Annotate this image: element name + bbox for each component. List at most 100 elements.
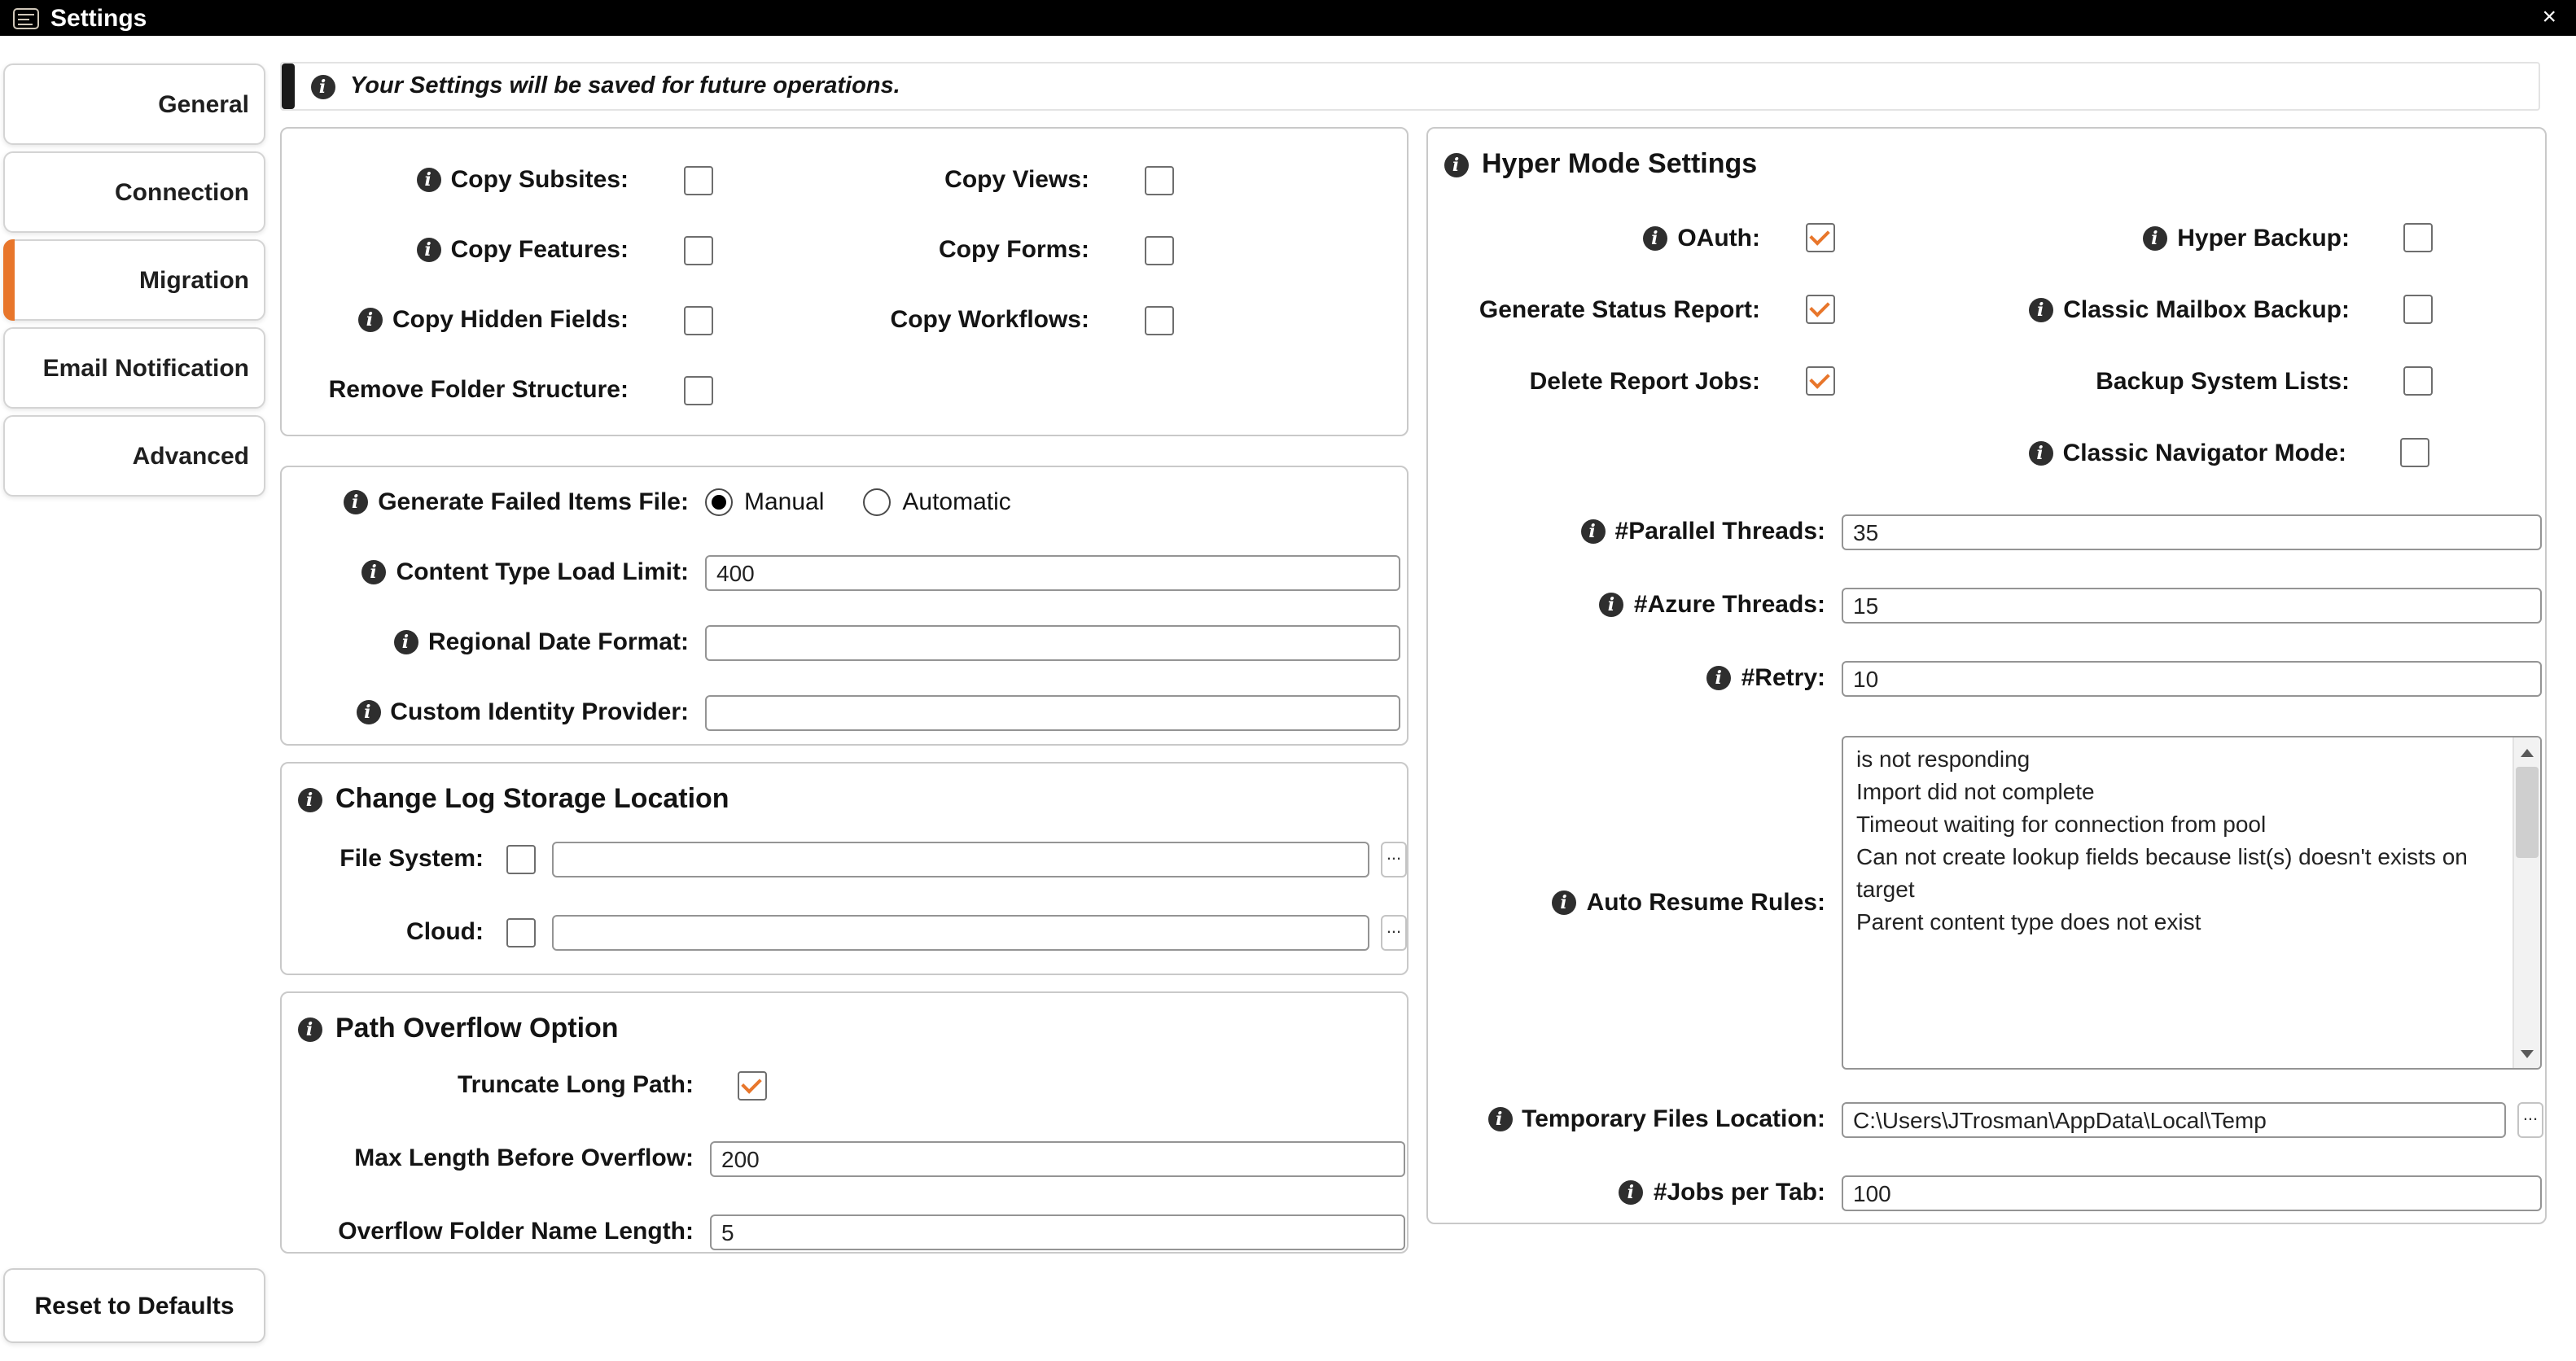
banner-text: Your Settings will be saved for future o… (350, 73, 900, 99)
temporary-files-location-label: Temporary Files Location: (1444, 1105, 1825, 1133)
info-icon (1706, 666, 1732, 690)
cloud-browse-button[interactable]: ... (1381, 914, 1407, 950)
info-icon (2029, 297, 2054, 322)
generate-status-report-checkbox[interactable] (1806, 295, 1835, 324)
backup-system-lists-checkbox[interactable] (2403, 366, 2433, 396)
classic-mailbox-backup-label: Classic Mailbox Backup: (1835, 295, 2350, 323)
window-title: Settings (50, 4, 147, 32)
auto-resume-rules-row: Auto Resume Rules: is not responding Imp… (1428, 736, 2545, 1070)
max-length-before-overflow-input[interactable] (710, 1140, 1405, 1176)
classic-navigator-mode-checkbox[interactable] (2400, 438, 2429, 467)
info-icon (311, 74, 335, 98)
info-icon (1643, 225, 1668, 250)
info-icon (2028, 440, 2053, 465)
truncate-long-path-checkbox[interactable] (738, 1070, 767, 1100)
copy-features-label: Copy Features: (298, 236, 629, 264)
hyper-backup-label: Hyper Backup: (1835, 224, 2350, 252)
banner-accent-bar (282, 63, 295, 109)
manual-radio-label[interactable]: Manual (744, 488, 824, 516)
settings-icon (13, 7, 39, 28)
file-system-path-input[interactable] (552, 841, 1369, 877)
copy-subsites-checkbox[interactable] (684, 165, 713, 195)
scroll-thumb[interactable] (2516, 767, 2539, 858)
truncate-long-path-label: Truncate Long Path: (457, 1071, 694, 1099)
info-icon (1487, 1107, 1513, 1131)
automatic-radio[interactable] (863, 488, 892, 516)
overflow-folder-name-length-input[interactable] (710, 1214, 1405, 1249)
copy-forms-checkbox[interactable] (1145, 235, 1174, 265)
copy-hidden-fields-label: Copy Hidden Fields: (298, 306, 629, 334)
tab-label: Connection (115, 178, 249, 206)
parallel-threads-input[interactable] (1842, 514, 2542, 549)
tab-label: Email Notification (42, 354, 249, 382)
reset-to-defaults-button[interactable]: Reset to Defaults (3, 1268, 265, 1343)
retry-label: #Retry: (1444, 664, 1825, 692)
backup-system-lists-label: Backup System Lists: (2096, 367, 2350, 395)
general-options-group: Generate Failed Items File: Manual Autom… (280, 466, 1408, 746)
copy-workflows-checkbox[interactable] (1145, 305, 1174, 335)
copy-hidden-fields-checkbox[interactable] (684, 305, 713, 335)
copy-options-group: Copy Subsites: Copy Views: Copy Features… (280, 127, 1408, 436)
azure-threads-input[interactable] (1842, 587, 2542, 623)
max-length-before-overflow-label: Max Length Before Overflow: (354, 1144, 694, 1172)
oauth-checkbox[interactable] (1806, 223, 1835, 252)
cloud-label: Cloud: (406, 918, 484, 946)
tab-label: Migration (139, 266, 249, 294)
hyper-mode-header: Hyper Mode Settings (1428, 129, 2545, 184)
azure-threads-label: #Azure Threads: (1444, 591, 1825, 619)
classic-mailbox-backup-checkbox[interactable] (2403, 295, 2433, 324)
automatic-radio-label[interactable]: Automatic (902, 488, 1010, 516)
auto-resume-rules-textarea[interactable]: is not responding Import did not complet… (1842, 736, 2542, 1070)
close-button[interactable]: × (2535, 0, 2563, 36)
temporary-files-location-input[interactable] (1842, 1101, 2506, 1137)
copy-forms-label: Copy Forms: (938, 236, 1089, 264)
tab-label: General (158, 90, 249, 118)
jobs-per-tab-input[interactable] (1842, 1175, 2542, 1210)
classic-navigator-mode-label: Classic Navigator Mode: (1832, 439, 2346, 466)
tab-email-notification[interactable]: Email Notification (3, 327, 265, 409)
settings-window: Settings × General Connection Migration … (0, 0, 2576, 1361)
oauth-label: OAuth: (1444, 224, 1760, 252)
info-icon (298, 787, 322, 812)
remove-folder-structure-checkbox[interactable] (684, 375, 713, 405)
tab-migration[interactable]: Migration (3, 239, 265, 321)
scroll-up-icon[interactable] (2514, 739, 2540, 765)
path-overflow-group: Path Overflow Option Truncate Long Path:… (280, 991, 1408, 1254)
tab-advanced[interactable]: Advanced (3, 415, 265, 497)
info-icon (1444, 152, 1469, 177)
info-icon (298, 1017, 322, 1041)
info-icon (361, 560, 387, 584)
hyper-backup-checkbox[interactable] (2403, 223, 2433, 252)
delete-report-jobs-checkbox[interactable] (1806, 366, 1835, 396)
parallel-threads-label: #Parallel Threads: (1444, 518, 1825, 545)
info-icon (356, 700, 381, 724)
tab-connection[interactable]: Connection (3, 151, 265, 233)
content-type-load-limit-input[interactable] (705, 554, 1400, 590)
cloud-checkbox[interactable] (506, 917, 536, 947)
tab-general[interactable]: General (3, 63, 265, 145)
copy-views-checkbox[interactable] (1145, 165, 1174, 195)
manual-radio[interactable] (705, 488, 733, 516)
info-icon (344, 490, 369, 514)
retry-input[interactable] (1842, 660, 2542, 696)
info-icon (1580, 519, 1606, 544)
file-system-checkbox[interactable] (506, 844, 536, 873)
path-overflow-header: Path Overflow Option (282, 993, 1407, 1048)
temporary-files-browse-button[interactable]: ... (2517, 1101, 2543, 1137)
custom-identity-provider-input[interactable] (705, 694, 1400, 730)
file-system-label: File System: (340, 845, 484, 873)
titlebar: Settings × (0, 0, 2576, 36)
info-icon (393, 630, 418, 654)
delete-report-jobs-label: Delete Report Jobs: (1529, 367, 1760, 395)
change-log-group: Change Log Storage Location File System:… (280, 762, 1408, 975)
content-type-load-limit-label: Content Type Load Limit: (298, 558, 689, 586)
scrollbar[interactable] (2512, 737, 2540, 1068)
cloud-path-input[interactable] (552, 914, 1369, 950)
tab-label: Advanced (132, 442, 249, 470)
copy-features-checkbox[interactable] (684, 235, 713, 265)
regional-date-format-input[interactable] (705, 624, 1400, 660)
file-system-browse-button[interactable]: ... (1381, 841, 1407, 877)
change-log-header: Change Log Storage Location (282, 764, 1407, 819)
copy-workflows-label: Copy Workflows: (890, 306, 1089, 334)
scroll-down-icon[interactable] (2514, 1040, 2540, 1066)
